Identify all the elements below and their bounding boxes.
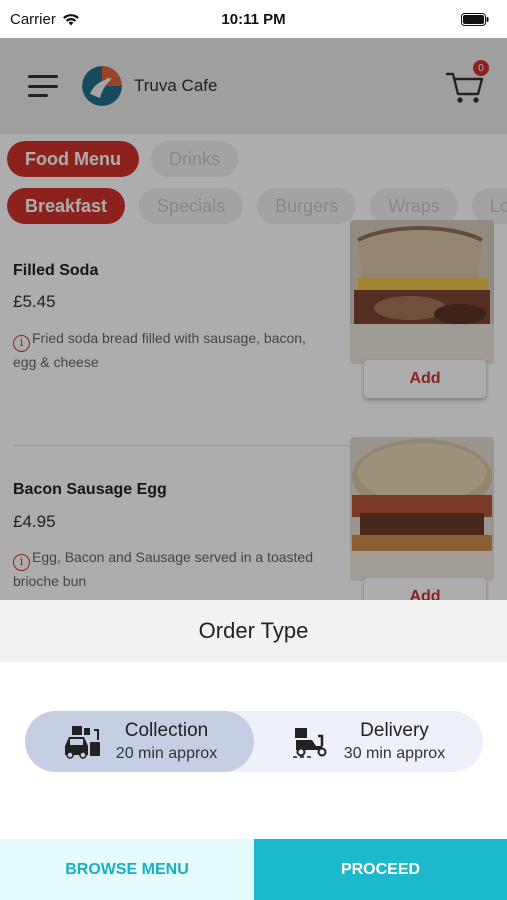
delivery-label: Delivery [360, 720, 429, 741]
collection-option[interactable]: Collection 20 min approx [25, 711, 254, 772]
status-carrier: Carrier [10, 11, 180, 28]
footer-actions: BROWSE MENU PROCEED [0, 839, 507, 900]
collection-car-icon [64, 725, 100, 759]
status-battery [327, 12, 497, 26]
collection-time: 20 min approx [115, 745, 218, 762]
browse-menu-button[interactable]: BROWSE MENU [0, 839, 254, 900]
collection-label: Collection [124, 720, 209, 741]
delivery-option[interactable]: Delivery 30 min approx [254, 711, 483, 772]
order-type-toggle: Collection 20 min approx Delivery 30 min… [25, 711, 483, 772]
sheet-title: Order Type [0, 600, 507, 662]
battery-icon [461, 12, 489, 26]
status-time: 10:11 PM [221, 10, 286, 28]
delivery-scooter-icon [292, 727, 327, 758]
wifi-icon [62, 13, 79, 25]
carrier-label: Carrier [10, 10, 56, 28]
proceed-button[interactable]: PROCEED [254, 839, 507, 900]
modal-backdrop[interactable] [0, 38, 507, 600]
status-bar: Carrier 10:11 PM [0, 0, 507, 38]
delivery-time: 30 min approx [343, 745, 446, 762]
